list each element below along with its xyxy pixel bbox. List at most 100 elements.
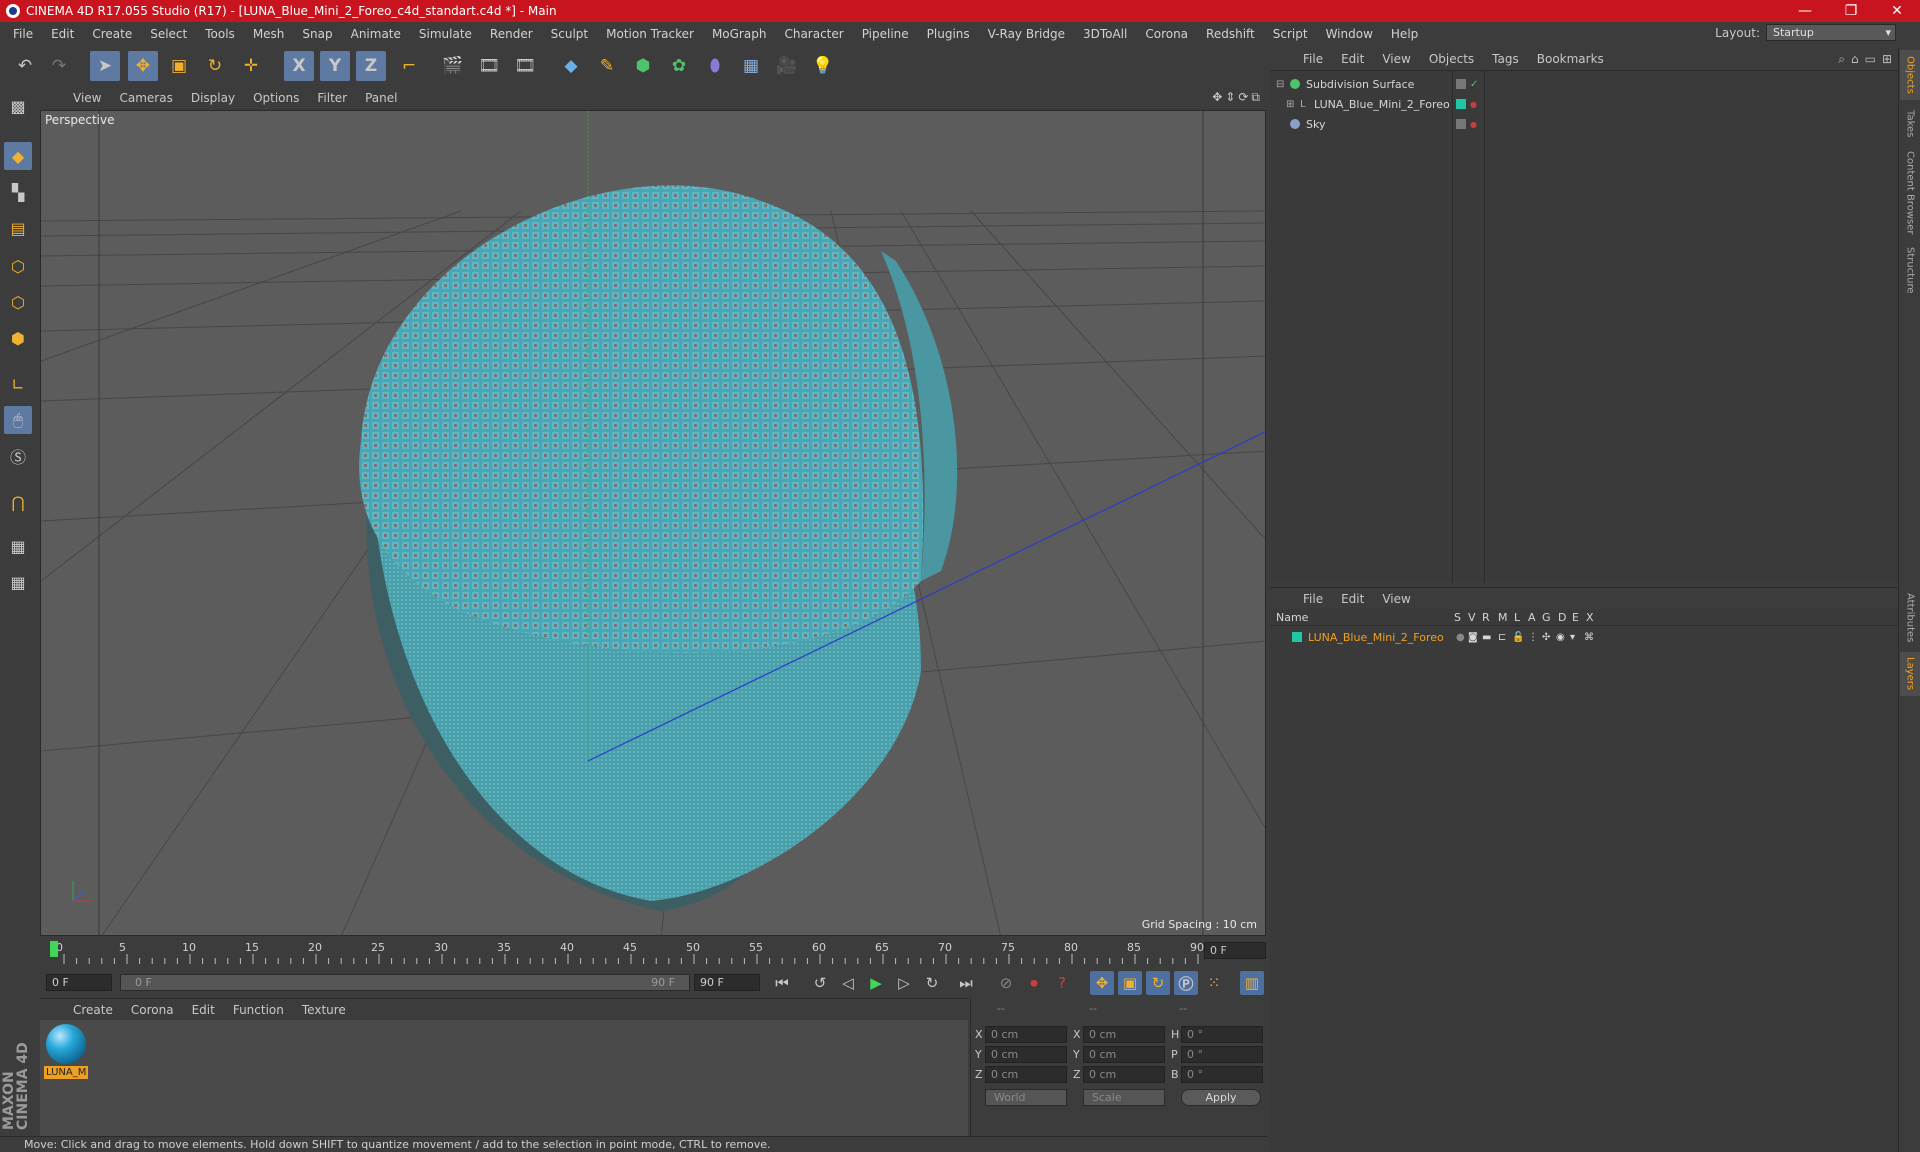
menu-corona[interactable]: Corona [1136, 27, 1197, 41]
layer-color-swatch[interactable] [1292, 632, 1302, 642]
object-name[interactable]: LUNA_Blue_Mini_2_Foreo [1314, 98, 1450, 111]
menu-plugins[interactable]: Plugins [918, 27, 979, 41]
previous-frame-button[interactable]: ◁ [836, 971, 860, 995]
menu-window[interactable]: Window [1317, 27, 1382, 41]
visibility-dot-icon[interactable]: ● [1470, 120, 1477, 129]
record-keys-button[interactable]: ⊘ [994, 971, 1018, 995]
z-axis-lock-button[interactable]: Z [356, 51, 386, 81]
start-frame-field[interactable]: 0 F [46, 974, 112, 991]
objects-menu-view[interactable]: View [1373, 52, 1419, 66]
y-axis-lock-button[interactable]: Y [320, 51, 350, 81]
edit-render-settings-button[interactable]: 🎞 [510, 51, 540, 81]
rot-p-field[interactable]: 0 ° [1181, 1046, 1263, 1063]
menu-file[interactable]: File [4, 27, 42, 41]
layout-select[interactable]: Startup [1766, 24, 1896, 41]
expand-icon[interactable]: ⊞ [1286, 99, 1294, 110]
object-row[interactable]: Sky ● [1270, 114, 1898, 134]
material-menu-texture[interactable]: Texture [293, 1003, 355, 1017]
deformer-icon[interactable]: ◉ [1556, 632, 1565, 643]
objects-menu-edit[interactable]: Edit [1332, 52, 1373, 66]
key-scale-button[interactable]: ▣ [1118, 971, 1142, 995]
menu-vray-bridge[interactable]: V-Ray Bridge [979, 27, 1074, 41]
pos-x-field[interactable]: 0 cm [985, 1026, 1067, 1043]
menu-create[interactable]: Create [83, 27, 141, 41]
object-row[interactable]: ⊟ Subdivision Surface ✓ [1270, 74, 1898, 94]
layers-menu-edit[interactable]: Edit [1332, 592, 1373, 606]
object-name[interactable]: Subdivision Surface [1306, 78, 1414, 91]
viewport-menu-display[interactable]: Display [182, 91, 244, 105]
apply-button[interactable]: Apply [1181, 1089, 1261, 1106]
viewport-menu-filter[interactable]: Filter [308, 91, 356, 105]
minimize-icon[interactable]: — [1782, 0, 1828, 22]
cube-object-button[interactable]: ◆ [556, 51, 586, 81]
move-tool-button[interactable]: ✥ [128, 51, 158, 81]
preview-range-slider[interactable]: 0 F 90 F [120, 974, 690, 991]
live-selection-button[interactable]: ➤ [90, 51, 120, 81]
restore-icon[interactable]: ❐ [1828, 0, 1874, 22]
coordinate-space-dropdown[interactable]: World [985, 1089, 1067, 1106]
viewport-menu-panel[interactable]: Panel [356, 91, 406, 105]
viewport-menu-cameras[interactable]: Cameras [110, 91, 181, 105]
light-button[interactable]: 💡 [808, 51, 838, 81]
menu-3dtoall[interactable]: 3DToAll [1074, 27, 1136, 41]
next-frame-button[interactable]: ▷ [892, 971, 916, 995]
play-button[interactable]: ▶ [864, 971, 888, 995]
menu-help[interactable]: Help [1382, 27, 1427, 41]
layers-menu-file[interactable]: File [1294, 592, 1332, 606]
material-manager[interactable]: LUNA_M [40, 1020, 968, 1136]
workplane-mode-button[interactable]: ▤ [4, 214, 32, 242]
menu-motion-tracker[interactable]: Motion Tracker [597, 27, 703, 41]
go-to-start-button[interactable]: ⏮ [770, 971, 794, 995]
generator-icon[interactable]: ✣ [1542, 632, 1550, 643]
enable-axis-button[interactable]: ∟ [4, 370, 32, 398]
bookmark-icon[interactable]: ▭ [1865, 52, 1876, 67]
viewport-menu-view[interactable]: View [64, 91, 110, 105]
tab-attributes[interactable]: Attributes [1900, 588, 1920, 648]
size-z-field[interactable]: 0 cm [1083, 1066, 1165, 1083]
camera-button[interactable]: 🎥 [772, 51, 802, 81]
previous-key-button[interactable]: ↺ [808, 971, 832, 995]
column-generators[interactable]: G [1542, 611, 1551, 624]
menu-mograph[interactable]: MoGraph [703, 27, 776, 41]
tab-takes[interactable]: Takes [1900, 104, 1920, 144]
coordinate-mode-dropdown[interactable]: Scale [1083, 1089, 1165, 1106]
magnet-button[interactable]: ⋂ [4, 488, 32, 516]
layer-name[interactable]: LUNA_Blue_Mini_2_Foreo [1308, 631, 1444, 644]
undo-button[interactable]: ↶ [10, 51, 40, 81]
layers-menu-view[interactable]: View [1373, 592, 1419, 606]
tweak-mode-button[interactable]: 🖱 [4, 406, 32, 434]
enabled-check-icon[interactable]: ✓ [1470, 79, 1478, 90]
keyframe-selection-button[interactable]: ? [1050, 971, 1074, 995]
menu-snap[interactable]: Snap [293, 27, 341, 41]
column-solo[interactable]: S [1454, 611, 1461, 624]
current-frame-field[interactable]: 0 F [1204, 942, 1266, 959]
snap-button[interactable]: Ⓢ [4, 442, 32, 470]
key-pla-button[interactable]: ⁙ [1202, 971, 1226, 995]
model-mode-button[interactable]: ◆ [4, 142, 32, 170]
size-y-field[interactable]: 0 cm [1083, 1046, 1165, 1063]
rotate-tool-button[interactable]: ↻ [200, 51, 230, 81]
column-manager[interactable]: M [1498, 611, 1508, 624]
object-name[interactable]: Sky [1306, 118, 1325, 131]
locked-workplane-button[interactable]: ▦ [4, 532, 32, 560]
search-icon[interactable]: ⌕ [1838, 52, 1845, 67]
menu-edit[interactable]: Edit [42, 27, 83, 41]
timeline-window-button[interactable]: ▥ [1240, 971, 1264, 995]
planar-workplane-button[interactable]: ▦ [4, 568, 32, 596]
menu-sculpt[interactable]: Sculpt [542, 27, 597, 41]
transform-tool-button[interactable]: ✛ [236, 51, 266, 81]
render-picture-viewer-button[interactable]: 🎞 [474, 51, 504, 81]
material-menu-function[interactable]: Function [224, 1003, 293, 1017]
perspective-viewport[interactable]: Perspective Grid Spacing : 10 cm [40, 110, 1266, 936]
end-frame-field[interactable]: 90 F [694, 974, 760, 991]
playhead[interactable] [50, 941, 58, 957]
menu-select[interactable]: Select [141, 27, 196, 41]
redo-button[interactable]: ↷ [44, 51, 74, 81]
column-expressions[interactable]: E [1572, 611, 1579, 624]
lock-icon[interactable]: 🔓 [1512, 632, 1524, 643]
array-button[interactable]: ✿ [664, 51, 694, 81]
key-position-button[interactable]: ✥ [1090, 971, 1114, 995]
eye-icon[interactable]: ◙ [1468, 632, 1478, 643]
xref-icon[interactable]: ⌘ [1584, 632, 1594, 643]
make-editable-button[interactable]: ▩ [4, 92, 32, 120]
